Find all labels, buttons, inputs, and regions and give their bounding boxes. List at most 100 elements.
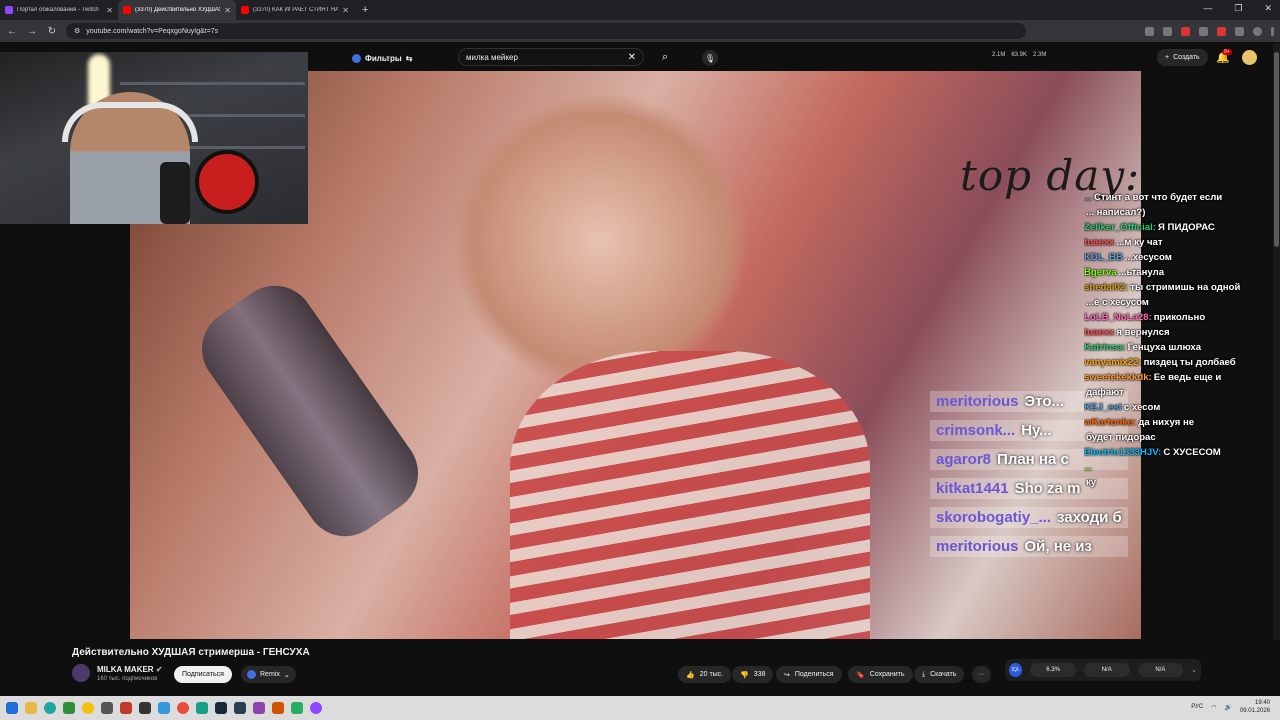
account-avatar[interactable]	[1242, 50, 1257, 65]
steam-icon[interactable]	[215, 702, 227, 714]
search-input[interactable]: милка мейкер ✕	[458, 48, 644, 66]
chat-message: дафают	[1086, 387, 1124, 398]
like-count: 20 тыс.	[699, 671, 724, 678]
stat-value: 2.3M	[1033, 52, 1047, 58]
twitch-favicon-icon	[5, 6, 13, 14]
extension-icon[interactable]	[1235, 26, 1244, 36]
extension-icon[interactable]	[1181, 26, 1190, 36]
tab-title: Портал обжалования - Twitch	[17, 7, 99, 13]
url-field[interactable]: ⚙ youtube.com/watch?v=PeqxgoNuyIg&t=7s	[66, 23, 1026, 39]
sliders-icon: ⇆	[405, 53, 413, 63]
clear-search-icon[interactable]: ✕	[628, 52, 636, 63]
app-icon[interactable]	[158, 702, 170, 714]
address-bar-row: ← → ↻ ⚙ youtube.com/watch?v=PeqxgoNuyIg&…	[0, 20, 1280, 42]
app-icon[interactable]	[63, 702, 75, 714]
maximize-icon[interactable]: ❐	[1234, 3, 1242, 14]
close-tab-icon[interactable]: ✕	[106, 6, 113, 15]
more-actions-button[interactable]: ···	[972, 666, 991, 683]
tab-youtube-video[interactable]: (3370) Действительно ХУДШАЯ стримерша - …	[118, 0, 236, 20]
extension-icon[interactable]	[1145, 26, 1154, 36]
app-icon[interactable]	[177, 702, 189, 714]
app-icon[interactable]	[291, 702, 303, 714]
chevron-down-icon: ⌄	[283, 671, 290, 679]
subscriber-count: 160 тыс. подписчиков	[97, 676, 158, 682]
chevron-down-icon[interactable]: ⌄	[1191, 666, 1197, 674]
channel-name[interactable]: MILKA MAKER ✔	[97, 665, 163, 674]
system-tray: РУС ◠ 🔊 19:40 09.01.2026	[1191, 699, 1270, 715]
create-button[interactable]: + Создать	[1157, 49, 1208, 66]
app-icon[interactable]	[272, 702, 284, 714]
video-info: Действительно ХУДШАЯ стримерша - ГЕНСУХА…	[0, 640, 1280, 696]
app-icon[interactable]	[196, 702, 208, 714]
stream-chat: ... Стинт а вот что будет если ... написа…	[1084, 190, 1280, 490]
app-icon[interactable]	[234, 702, 246, 714]
search-text: милка мейкер	[466, 52, 518, 62]
app-icon[interactable]	[253, 702, 265, 714]
reload-icon[interactable]: ↻	[46, 26, 58, 37]
subscribe-button[interactable]: Подписаться	[174, 666, 232, 683]
close-tab-icon[interactable]: ✕	[342, 6, 349, 15]
share-button[interactable]: ↪ Поделиться	[776, 666, 842, 683]
dislike-button[interactable]: 👎 338	[732, 666, 774, 683]
chat-message: ...	[1084, 462, 1092, 473]
dislike-count: 338	[753, 671, 766, 678]
extension-widget: IQL 6.3% N/A N/A ⌄	[1005, 659, 1201, 681]
wifi-icon[interactable]: ◠	[1211, 704, 1216, 711]
close-window-icon[interactable]: ✕	[1264, 3, 1272, 14]
profile-icon[interactable]	[1253, 26, 1262, 36]
app-icon[interactable]	[120, 702, 132, 714]
remix-icon	[247, 670, 256, 679]
language-indicator[interactable]: РУС	[1191, 704, 1203, 710]
microphone-icon[interactable]: 🎙	[702, 50, 718, 66]
download-icon: ⤓	[922, 670, 926, 678]
search-icon[interactable]: ⌕	[662, 51, 668, 64]
chat-message: будет пидорас	[1086, 432, 1156, 443]
app-icon[interactable]	[310, 702, 322, 714]
extension-icon[interactable]	[1199, 26, 1208, 36]
close-tab-icon[interactable]: ✕	[224, 6, 231, 15]
chat-message: sweetekekkdk: Ее ведь еще и	[1084, 372, 1222, 383]
chat-message: ...е с хесусом	[1086, 297, 1149, 308]
edge-icon[interactable]	[44, 702, 56, 714]
filter-extension-icon	[352, 53, 361, 63]
forward-icon[interactable]: →	[26, 26, 38, 37]
like-button[interactable]: 👍 20 тыс.	[678, 666, 732, 683]
remix-button[interactable]: Remix ⌄	[241, 666, 296, 683]
save-label: Сохранить	[869, 671, 905, 678]
video-frame-bottle	[186, 270, 434, 552]
minimize-icon[interactable]: —	[1203, 3, 1212, 14]
save-button[interactable]: 🔖 Сохранить	[848, 666, 913, 683]
bookmark-icon: 🔖	[856, 671, 865, 679]
app-icon[interactable]	[139, 702, 151, 714]
channel-avatar[interactable]	[72, 664, 90, 682]
chrome-icon[interactable]	[82, 702, 94, 714]
url-text: youtube.com/watch?v=PeqxgoNuyIg&t=7s	[86, 27, 219, 35]
stats-bar: 2.1M 63.9K 2.3M	[992, 52, 1046, 58]
filters-label: Фильтры	[365, 53, 402, 63]
tab-twitch[interactable]: Портал обжалования - Twitch ✕	[0, 0, 118, 20]
back-icon[interactable]: ←	[6, 26, 18, 37]
scrollbar-thumb[interactable]	[1274, 52, 1279, 247]
clock[interactable]: 19:40 09.01.2026	[1240, 699, 1270, 715]
filters-chip[interactable]: Фильтры ⇆	[352, 53, 413, 63]
chat-message: Katrinsa: Генцуха шлюха	[1084, 342, 1202, 353]
chat-message: tuaexx я вернулся	[1084, 327, 1170, 338]
extension-value: 6.3%	[1030, 663, 1076, 677]
plus-icon: +	[1165, 54, 1170, 61]
new-tab-button[interactable]: +	[362, 4, 368, 16]
folder-icon[interactable]	[25, 702, 37, 714]
extension-icon[interactable]	[1163, 26, 1172, 36]
app-icon[interactable]	[101, 702, 113, 714]
chat-message: wKartonke: да нихуя не	[1084, 417, 1195, 428]
volume-icon[interactable]: 🔊	[1224, 704, 1231, 711]
chat-message: tuaexx ...м ку чат	[1084, 237, 1163, 248]
menu-icon[interactable]	[1271, 26, 1274, 36]
download-button[interactable]: ⤓ Скачать	[914, 666, 965, 683]
extension-icon[interactable]	[1217, 26, 1226, 36]
site-info-icon[interactable]: ⚙	[74, 27, 80, 35]
extension-logo-icon[interactable]: IQL	[1009, 663, 1023, 677]
youtube-favicon-icon	[123, 6, 131, 14]
tab-youtube-other[interactable]: (3370) КАК ИГРАЕТ СТИНТ НА ... ✕	[236, 0, 354, 20]
start-icon[interactable]	[6, 702, 18, 714]
share-icon: ↪	[784, 671, 790, 679]
